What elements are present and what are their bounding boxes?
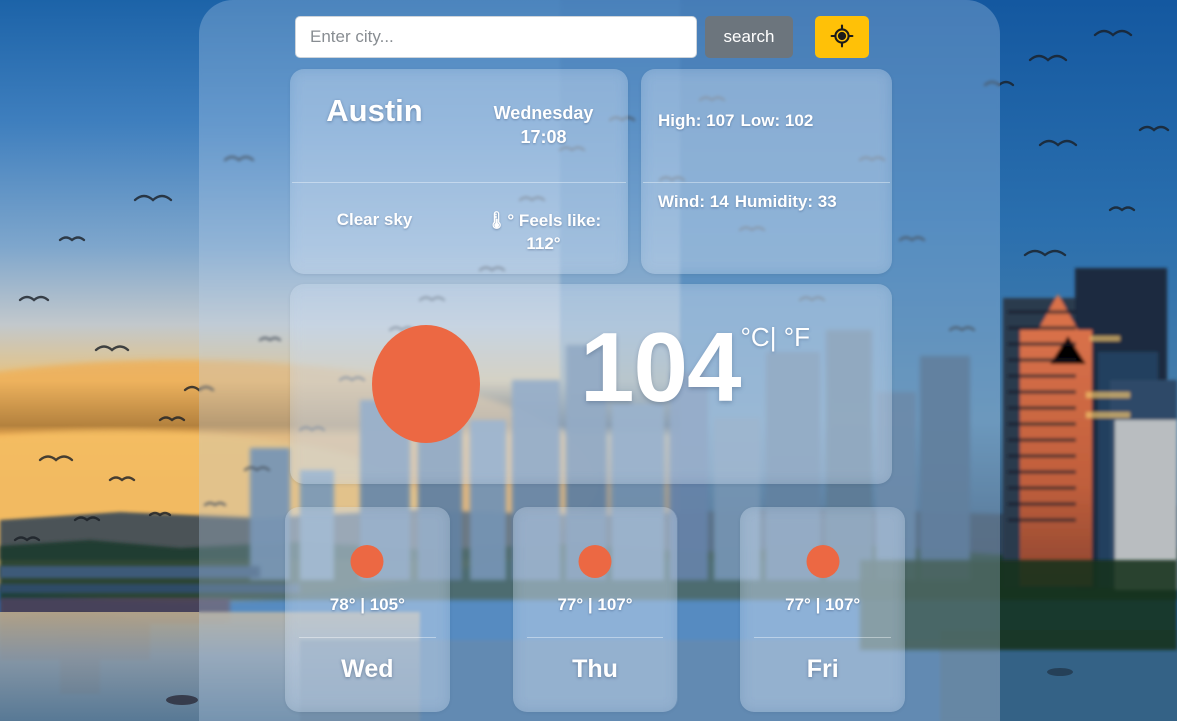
celsius-toggle[interactable]: °C (741, 322, 770, 352)
sun-icon (806, 545, 840, 578)
fahrenheit-toggle[interactable]: °F (784, 322, 810, 352)
current-datetime: Wednesday 17:08 (459, 69, 628, 150)
forecast-day: Wed (341, 655, 394, 683)
current-time: 17:08 (520, 127, 567, 148)
unit-toggle-group: °C| °F (741, 318, 810, 353)
forecast-day: Fri (806, 655, 839, 683)
high-low-row: High: 107 Low: 102 (641, 69, 892, 182)
search-bar: search (295, 16, 869, 58)
forecast-day: Thu (572, 655, 618, 683)
geolocation-button[interactable] (815, 16, 869, 58)
forecast-temps: 78° | 105° (329, 595, 405, 614)
high-temperature: High: 107 (658, 111, 735, 130)
temperature-display: 104 °C| °F (580, 318, 810, 416)
sun-icon (350, 545, 384, 578)
city-name: Austin (326, 93, 423, 128)
weather-app-container: search Austin Wednesday 17:08 (199, 0, 1000, 721)
sun-icon (372, 325, 480, 443)
search-button[interactable]: search (705, 16, 793, 58)
feels-like-value: 🌡° Feels like: 112° (485, 211, 602, 253)
sun-icon (578, 545, 612, 578)
forecast-card[interactable]: 77° | 107° Fri (740, 507, 906, 712)
main-temperature-card: 104 °C| °F (290, 284, 892, 484)
weather-stats-card: High: 107 Low: 102 Wind: 14 Humidity: 33 (641, 69, 892, 274)
city-datetime-row: Austin Wednesday 17:08 (290, 69, 628, 182)
forecast-card[interactable]: 77° | 107° Thu (512, 507, 678, 712)
forecast-temps: 77° | 107° (785, 595, 861, 614)
search-input[interactable] (295, 16, 697, 58)
forecast-card[interactable]: 78° | 105° Wed (285, 507, 450, 712)
card-divider (526, 637, 664, 638)
low-temperature: Low: 102 (740, 111, 814, 130)
wind-humidity-row: Wind: 14 Humidity: 33 (641, 182, 892, 274)
weather-condition: Clear sky (336, 210, 413, 229)
forecast-row: 78° | 105° Wed 77° | 107° Thu 77° | 107°… (285, 507, 906, 712)
current-day: Wednesday (493, 103, 594, 123)
condition-feels-row: Clear sky 🌡° Feels like: 112° (290, 182, 628, 274)
current-temperature: 104 (580, 312, 742, 422)
forecast-temps: 77° | 107° (557, 595, 633, 614)
crosshair-location-icon (830, 24, 854, 51)
card-divider (299, 637, 436, 638)
card-divider (754, 637, 892, 638)
wind-value: Wind: 14 (658, 192, 729, 211)
unit-separator: | (769, 322, 777, 352)
humidity-value: Humidity: 33 (734, 192, 837, 211)
current-location-card: Austin Wednesday 17:08 Clear sky 🌡° Feel… (290, 69, 628, 274)
